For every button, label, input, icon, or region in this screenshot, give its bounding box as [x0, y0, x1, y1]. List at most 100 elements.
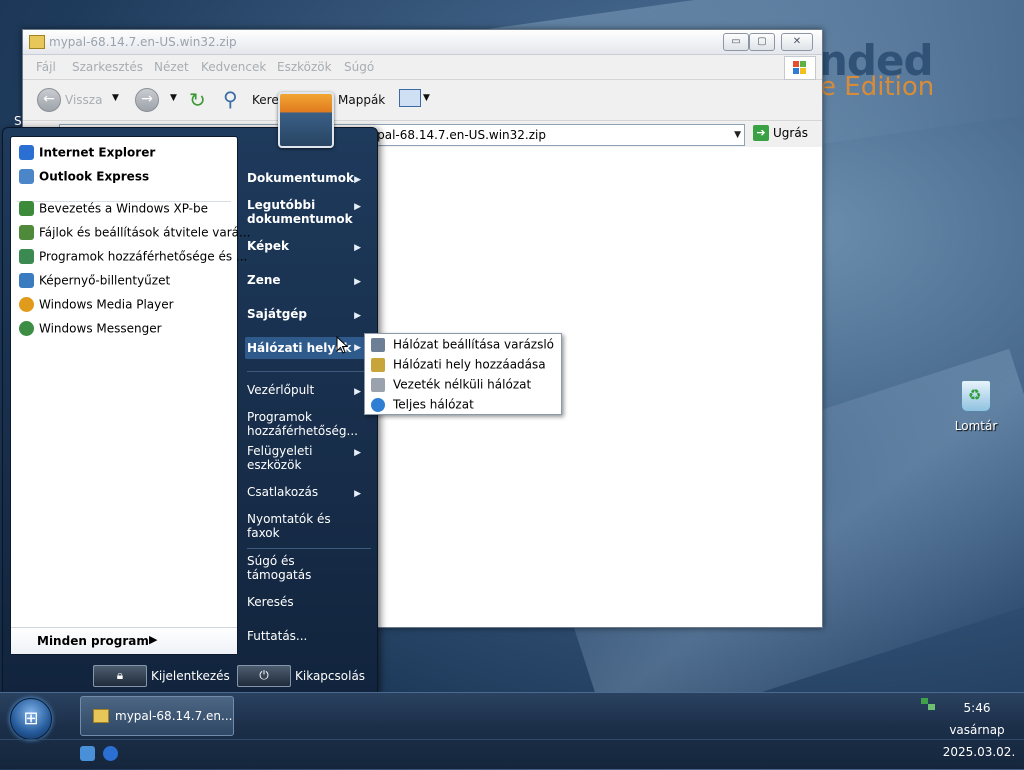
start-right-control-panel[interactable]: Vezérlőpult ▶ [247, 383, 369, 397]
submenu-entire-network[interactable]: Teljes hálózat [371, 394, 474, 414]
minimize-button[interactable]: ▭ [723, 33, 749, 51]
add-network-place-icon [371, 357, 385, 372]
user-avatar[interactable] [278, 92, 334, 148]
back-arrow-icon[interactable]: ← [37, 88, 61, 112]
start-right-printers[interactable]: Nyomtatók és faxok [247, 512, 337, 540]
shutdown-button[interactable]: ⏻ [237, 665, 291, 687]
logoff-button[interactable]: 🔒︎ [93, 665, 147, 687]
view-dropdown-icon[interactable]: ▼ [423, 93, 430, 103]
start-item-internet-explorer[interactable]: Internet Explorer [19, 145, 155, 165]
start-right-documents[interactable]: Dokumentumok ▶ [247, 171, 369, 185]
network-wizard-icon [371, 337, 385, 352]
maximize-button[interactable]: ▢ [749, 33, 775, 51]
clock-time[interactable]: 5:46 [950, 701, 1004, 715]
menu-file[interactable]: Fájl [36, 60, 56, 74]
show-desktop-icon[interactable] [80, 746, 95, 761]
menu-tools[interactable]: Eszközök [277, 60, 332, 74]
start-item-tour-xp[interactable]: Bevezetés a Windows XP-be [19, 201, 208, 221]
start-right-help[interactable]: Súgó és támogatás [247, 554, 327, 582]
forward-dropdown-icon[interactable]: ▼ [170, 93, 177, 103]
start-item-messenger[interactable]: Windows Messenger [19, 321, 162, 341]
toolbar: ← Vissza ▼ → ▼ ↻ ⚲ Kere Mappák ▼ [23, 80, 822, 121]
start-right-recent-documents[interactable]: Legutóbbi dokumentumok ▶ [247, 198, 369, 226]
window-title: mypal-68.14.7.en-US.win32.zip [49, 35, 237, 49]
chevron-right-icon: ▶ [354, 387, 361, 397]
program-access-icon [19, 249, 34, 264]
menu-help[interactable]: Súgó [344, 60, 374, 74]
keyboard-icon [19, 273, 34, 288]
network-tray-icon[interactable] [920, 697, 936, 711]
chevron-right-icon: ▶ [354, 243, 361, 253]
messenger-icon [19, 321, 34, 336]
divider [247, 371, 371, 372]
up-folder-icon[interactable]: ↻ [189, 88, 206, 112]
tour-icon [19, 201, 34, 216]
back-button-label[interactable]: Vissza [65, 93, 102, 107]
back-dropdown-icon[interactable]: ▼ [112, 93, 119, 103]
windows-logo-icon [784, 56, 816, 80]
recycle-bin-icon [961, 380, 991, 412]
menu-bar: Fájl Szarkesztés Nézet Kedvencek Eszközö… [23, 55, 822, 80]
chevron-right-icon: ▶ [354, 202, 361, 212]
mouse-cursor-icon [336, 336, 348, 354]
close-button[interactable]: ✕ [781, 33, 813, 51]
globe-icon [371, 397, 385, 412]
internet-explorer-icon [19, 145, 34, 160]
start-right-admin-tools[interactable]: Felügyeleti eszközök ▶ [247, 444, 369, 472]
chevron-right-icon: ▶ [354, 311, 361, 321]
logoff-label[interactable]: Kijelentkezés [151, 669, 230, 683]
folder-zip-icon [29, 35, 45, 49]
submenu-wireless-network[interactable]: Vezeték nélküli hálózat [371, 374, 531, 394]
submenu-network-setup-wizard[interactable]: Hálózat beállítása varázsló [371, 334, 554, 354]
start-right-search[interactable]: Keresés [247, 595, 369, 609]
media-player-icon [19, 297, 34, 312]
address-dropdown-icon[interactable]: ▼ [734, 130, 741, 140]
quick-launch-bar: 2025.03.02. [0, 739, 1024, 770]
lock-icon: 🔒︎ [116, 668, 124, 682]
menu-favorites[interactable]: Kedvencek [201, 60, 266, 74]
view-icon[interactable] [399, 89, 421, 107]
menu-view[interactable]: Nézet [154, 60, 189, 74]
start-right-connect[interactable]: Csatlakozás ▶ [247, 485, 369, 499]
forward-arrow-icon[interactable]: → [135, 88, 159, 112]
start-right-music[interactable]: Zene ▶ [247, 273, 369, 287]
folders-button-label[interactable]: Mappák [338, 93, 385, 107]
start-right-run[interactable]: Futtatás... [247, 629, 369, 643]
shutdown-label[interactable]: Kikapcsolás [295, 669, 365, 683]
search-icon[interactable]: ⚲ [223, 87, 238, 111]
chevron-right-icon: ▶ [149, 633, 158, 646]
start-right-my-computer[interactable]: Sajátgép ▶ [247, 307, 369, 321]
chevron-right-icon: ▶ [354, 489, 361, 499]
chevron-right-icon: ▶ [354, 343, 361, 353]
taskbar-window-label: mypal-68.14.7.en... [115, 709, 233, 723]
taskbar-window-button[interactable]: mypal-68.14.7.en... [80, 696, 234, 736]
window-titlebar[interactable]: mypal-68.14.7.en-US.win32.zip ▭ ▢ ✕ [23, 30, 822, 55]
clock-day[interactable]: vasárnap [940, 723, 1014, 737]
all-programs-button[interactable]: Minden program ▶ [11, 627, 237, 654]
all-programs-label: Minden program [37, 634, 149, 648]
start-item-outlook-express[interactable]: Outlook Express [19, 169, 149, 189]
start-item-on-screen-keyboard[interactable]: Képernyő-billentyűzet [19, 273, 170, 293]
start-button[interactable]: ⊞ [10, 698, 52, 740]
start-right-pictures[interactable]: Képek ▶ [247, 239, 369, 253]
internet-explorer-icon[interactable] [103, 746, 118, 761]
chevron-right-icon: ▶ [354, 448, 361, 458]
windows-flag-icon: ⊞ [23, 708, 39, 729]
recycle-bin-desktop-icon[interactable]: Lomtár [946, 380, 1006, 433]
start-item-transfer-wizard[interactable]: Fájlok és beállítások átvitele vará... [19, 225, 250, 245]
search-button-label[interactable]: Kere [252, 93, 279, 107]
desktop-partial-label: S [14, 114, 22, 128]
go-button-label: Ugrás [773, 126, 808, 140]
start-item-program-access[interactable]: Programok hozzáférhetősége és ... [19, 249, 247, 269]
menu-edit[interactable]: Szarkesztés [72, 60, 143, 74]
go-button[interactable]: ➔ Ugrás [753, 125, 808, 141]
start-right-program-access[interactable]: Programok hozzáférhetőség... [247, 410, 363, 438]
clock-date[interactable]: 2025.03.02. [936, 745, 1022, 759]
start-right-network-places[interactable]: Hálózati helyek ▶ [245, 337, 369, 359]
submenu-add-network-place[interactable]: Hálózati hely hozzáadása [371, 354, 546, 374]
start-menu-footer: 🔒︎ Kijelentkezés ⏻ Kikapcsolás [3, 657, 377, 693]
chevron-right-icon: ▶ [354, 175, 361, 185]
power-icon: ⏻ [259, 668, 269, 682]
transfer-wizard-icon [19, 225, 34, 240]
start-item-media-player[interactable]: Windows Media Player [19, 297, 174, 317]
